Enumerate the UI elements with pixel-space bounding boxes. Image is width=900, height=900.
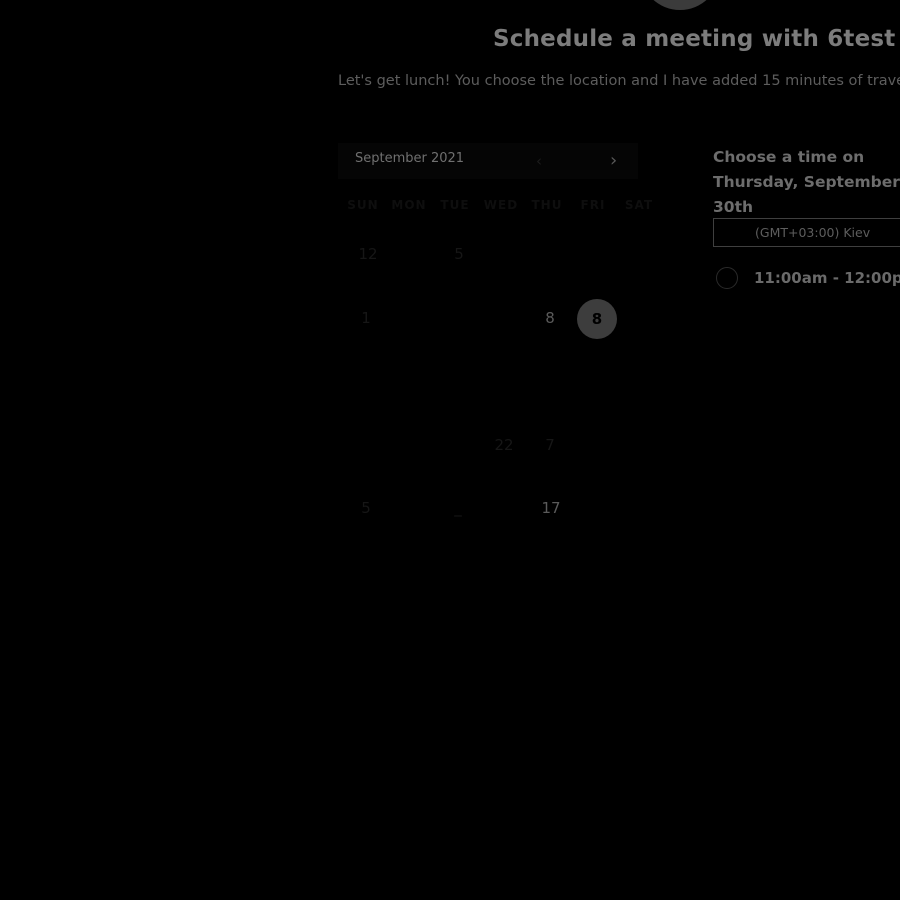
host-avatar: [640, 0, 720, 10]
calendar-day[interactable]: 5: [351, 499, 381, 517]
calendar-day[interactable]: 1: [351, 309, 381, 327]
timezone-select[interactable]: (GMT+03:00) Kiev: [713, 218, 900, 247]
chevron-left-icon[interactable]: ‹: [536, 152, 542, 170]
time-slot-label: 11:00am - 12:00pm: [754, 269, 900, 287]
calendar-day[interactable]: 5: [444, 245, 474, 263]
calendar-day[interactable]: 17: [536, 499, 566, 517]
chevron-right-icon[interactable]: ›: [610, 150, 617, 171]
calendar-weekday-row: SUN MON TUE WED THU FRI SAT: [341, 198, 661, 212]
calendar-day[interactable]: 12: [353, 245, 383, 263]
page-title: Schedule a meeting with 6test: [493, 26, 896, 52]
weekday-fri: FRI: [580, 198, 606, 212]
radio-circle-icon[interactable]: [716, 267, 738, 289]
scheduler-page: Schedule a meeting with 6test Let's get …: [0, 0, 900, 900]
calendar-day[interactable]: 8: [535, 309, 565, 327]
weekday-thu: THU: [531, 198, 563, 212]
weekday-tue: TUE: [440, 198, 470, 212]
time-slots-heading: Choose a time on Thursday, September 30t…: [713, 148, 900, 216]
weekday-mon: MON: [391, 198, 427, 212]
weekday-sun: SUN: [347, 198, 379, 212]
weekday-sat: SAT: [624, 198, 654, 212]
calendar-day-selected[interactable]: 8: [577, 299, 617, 339]
calendar-day[interactable]: 22: [489, 436, 519, 454]
time-slot[interactable]: 11:00am - 12:00pm: [716, 267, 900, 289]
weekday-wed: WED: [483, 198, 519, 212]
calendar-day[interactable]: 7: [535, 436, 565, 454]
calendar-month-label: September 2021: [355, 151, 465, 166]
calendar-day[interactable]: _: [443, 499, 473, 517]
meeting-description: Let's get lunch! You choose the location…: [338, 73, 900, 89]
